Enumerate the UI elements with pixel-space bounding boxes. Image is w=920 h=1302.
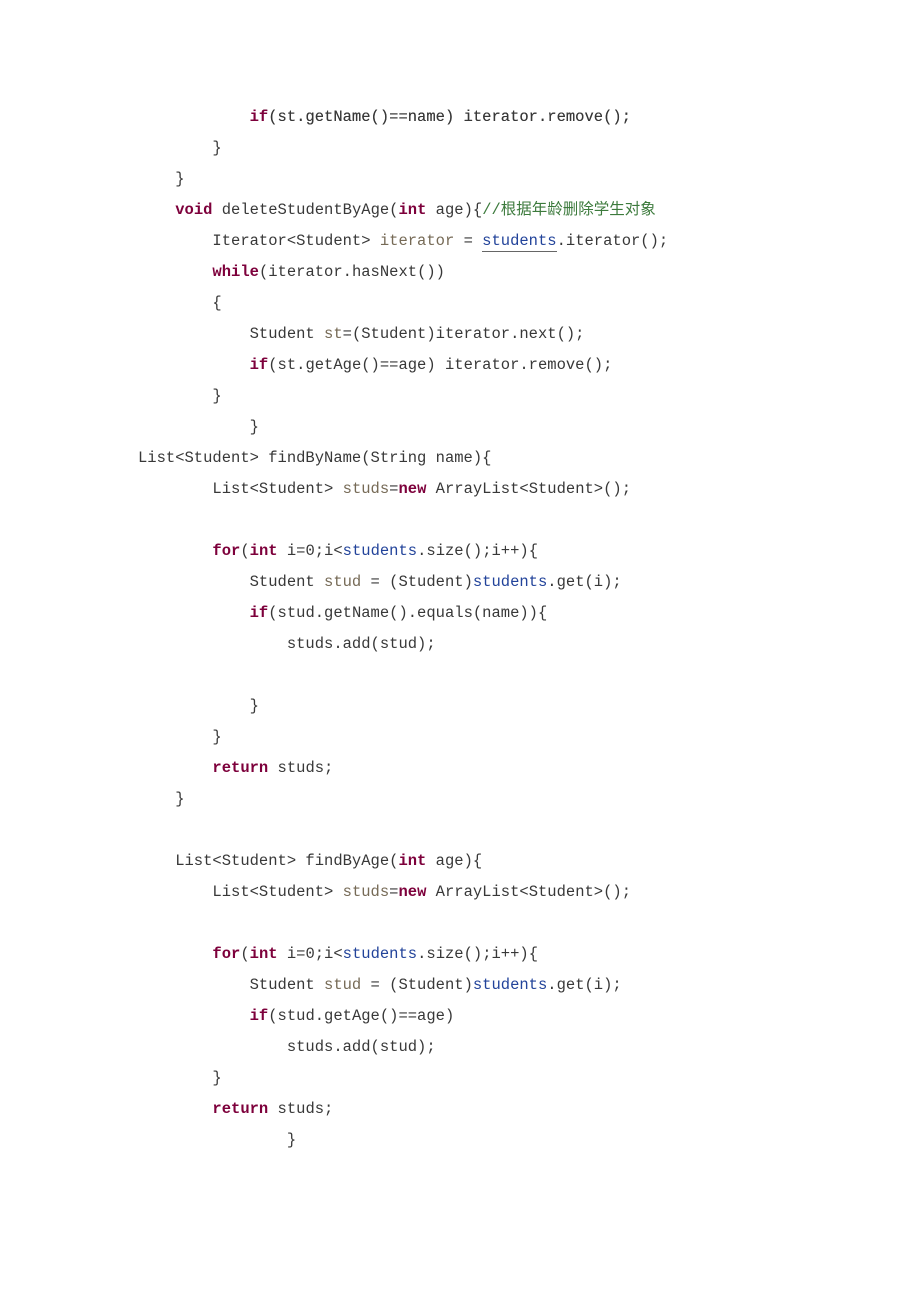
page: if(st.getName()==name) iterator.remove()… (0, 0, 920, 1302)
code-line: } (138, 1131, 296, 1149)
code-line: { (138, 294, 222, 312)
code-line: studs.add(stud); (138, 635, 436, 653)
code-line: } (138, 170, 185, 188)
keyword-int: int (398, 201, 426, 219)
code-line: } (138, 728, 222, 746)
code-line: } (138, 387, 222, 405)
keyword-new: new (398, 883, 426, 901)
keyword-if: if (250, 1007, 269, 1025)
keyword-if: if (250, 604, 269, 622)
keyword-int: int (250, 542, 278, 560)
code-line: } (138, 697, 259, 715)
field-ref: students (473, 573, 547, 591)
code-line: List<Student> findByName(String name){ (138, 449, 491, 467)
local-var: st (324, 325, 343, 343)
keyword-for: for (212, 945, 240, 963)
local-var: iterator (380, 232, 454, 250)
code-line: } (138, 790, 185, 808)
local-var: studs (343, 480, 390, 498)
keyword-int: int (398, 852, 426, 870)
keyword-while: while (212, 263, 259, 281)
comment: //根据年龄删除学生对象 (482, 201, 656, 219)
code-line: studs.add(stud); (138, 1038, 436, 1056)
field-ref: students (343, 542, 417, 560)
code-line: } (138, 418, 259, 436)
field-ref: students (473, 976, 547, 994)
keyword-void: void (175, 201, 212, 219)
keyword-return: return (212, 1100, 268, 1118)
keyword-new: new (398, 480, 426, 498)
local-var: stud (324, 976, 361, 994)
field-ref: students (343, 945, 417, 963)
keyword-for: for (212, 542, 240, 560)
code-block-real: if(st.getName()==name) iterator.remove()… (138, 102, 860, 1156)
local-var: stud (324, 573, 361, 591)
code-line: } (138, 1069, 222, 1087)
code-line: } (138, 139, 222, 157)
code-line (138, 201, 175, 219)
local-var: studs (343, 883, 390, 901)
field-ref: students (482, 232, 556, 252)
keyword-int: int (250, 945, 278, 963)
keyword-return: return (212, 759, 268, 777)
keyword-if: if (250, 108, 269, 126)
keyword-if: if (250, 356, 269, 374)
